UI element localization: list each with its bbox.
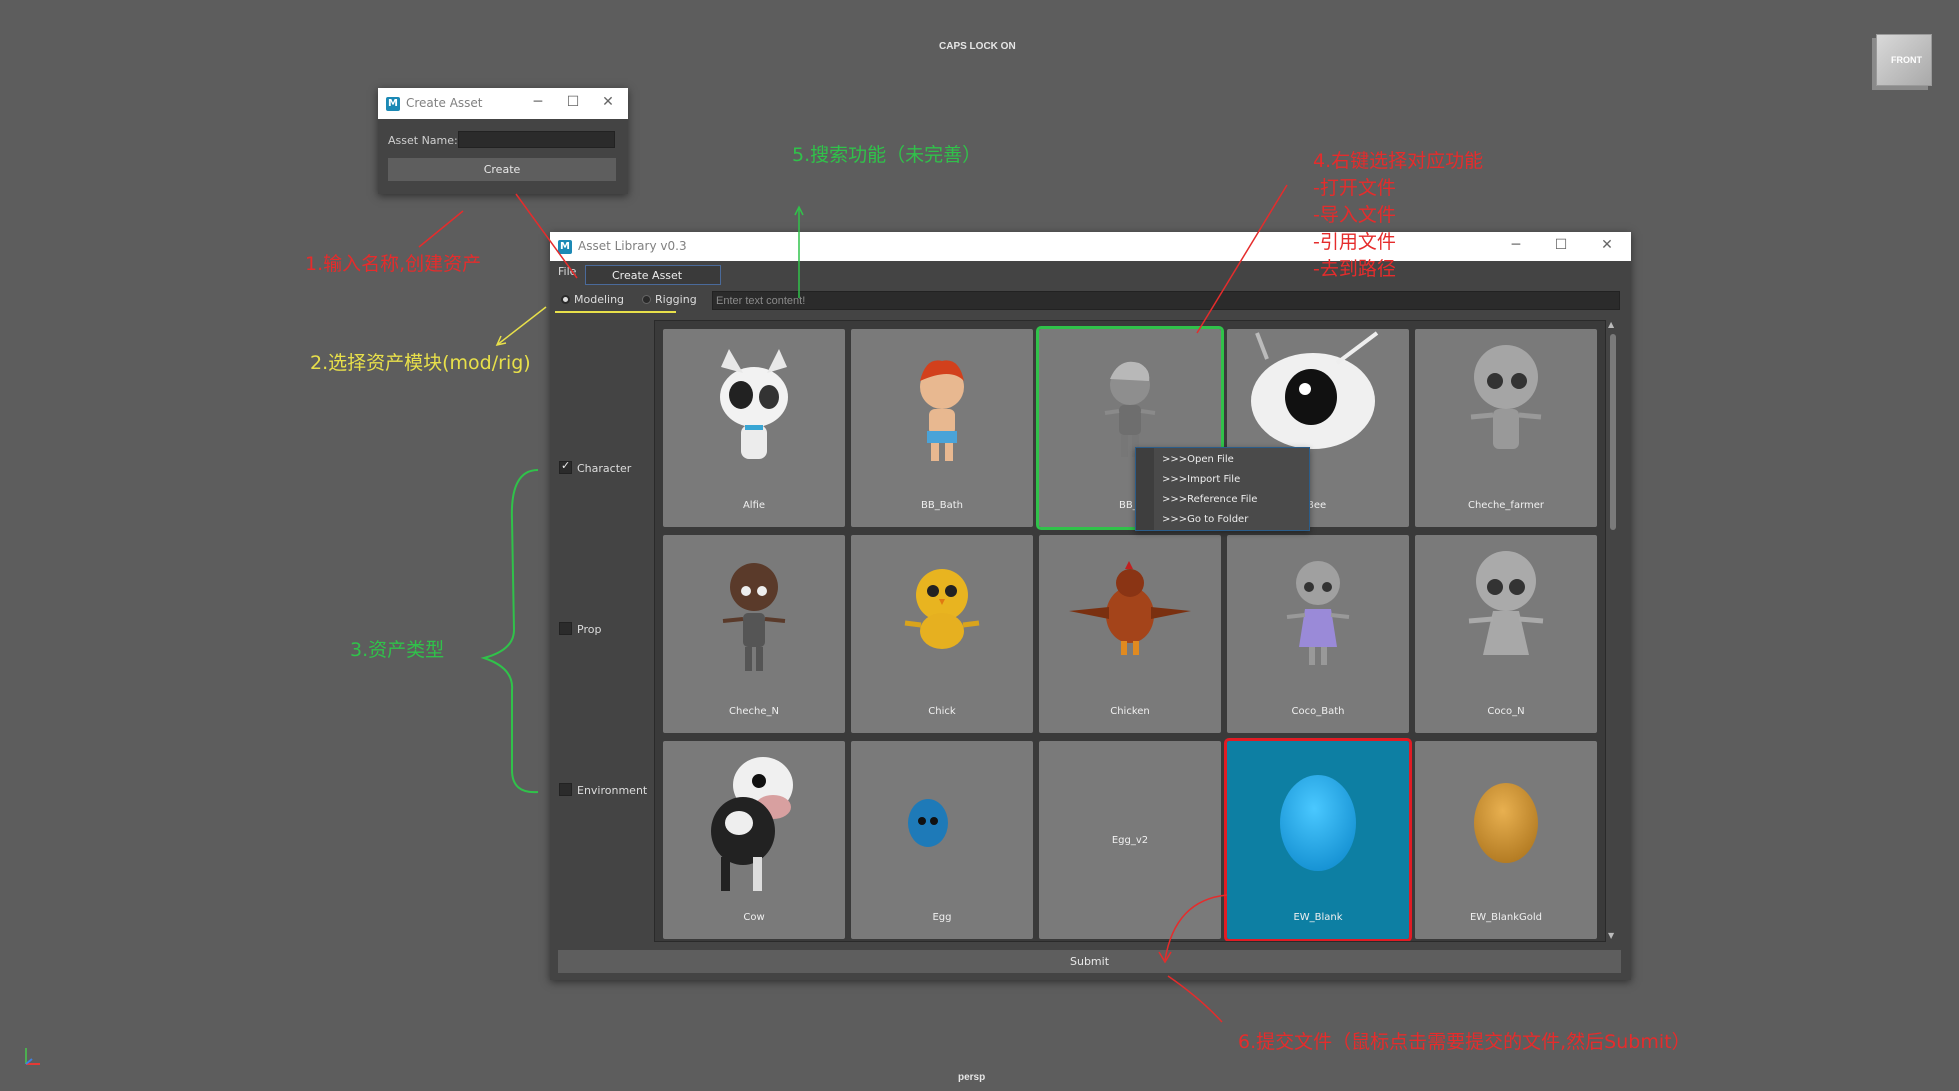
annotation-search: 5.搜索功能（未完善）: [792, 144, 982, 166]
annotation-line: -去到路径: [1313, 258, 1396, 280]
annotation-line: -导入文件: [1313, 204, 1396, 226]
annotation-line: -引用文件: [1313, 231, 1396, 253]
annotation-line: 4.右键选择对应功能: [1313, 150, 1484, 172]
annotation-submit: 6.提交文件（鼠标点击需要提交的文件,然后Submit）: [1238, 1031, 1691, 1053]
annotation-asset-type: 3.资产类型: [350, 639, 445, 661]
annotation-create-asset: 1.输入名称,创建资产: [305, 253, 482, 275]
annotation-select-module: 2.选择资产模块(mod/rig): [310, 352, 531, 374]
annotation-context-menu: 4.右键选择对应功能 -打开文件 -导入文件 -引用文件 -去到路径: [1313, 148, 1483, 283]
annotation-line: -打开文件: [1313, 177, 1396, 199]
